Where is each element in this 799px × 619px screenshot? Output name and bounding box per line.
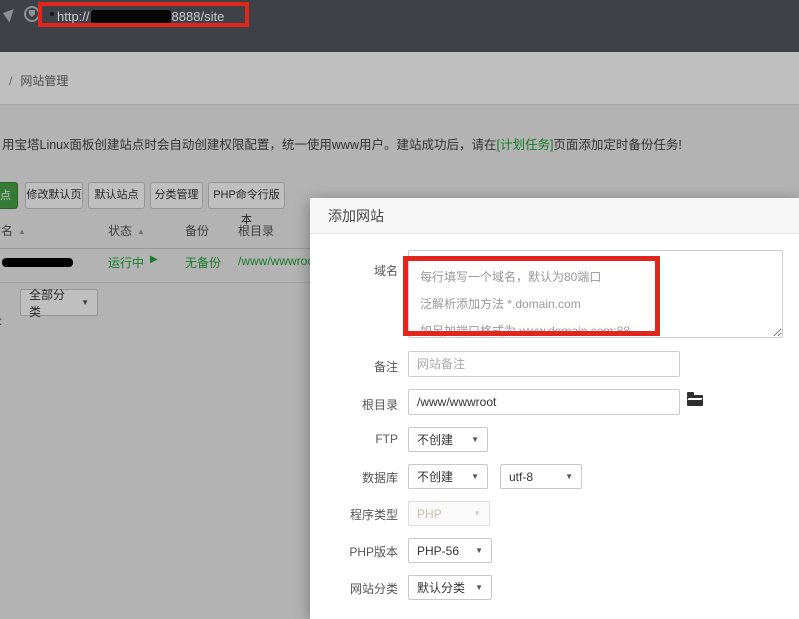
add-website-modal: 添加网站 域名 每行填写一个域名，默认为80端口 泛解析添加方法 *.domai… (310, 198, 799, 619)
php-version-value: PHP-56 (417, 544, 459, 558)
caret-down-icon: ▼ (473, 509, 481, 518)
site-category-label: 网站分类 (310, 580, 398, 597)
charset-selected-value: utf-8 (509, 470, 533, 484)
note-label: 备注 (310, 358, 398, 375)
ftp-selected-value: 不创建 (417, 431, 453, 448)
note-input[interactable] (408, 351, 680, 377)
site-category-value: 默认分类 (417, 579, 465, 596)
url-dot-icon (50, 12, 54, 16)
database-select[interactable]: 不创建 ▼ (408, 464, 488, 489)
program-type-label: 程序类型 (310, 506, 398, 523)
site-category-select[interactable]: 默认分类 ▼ (408, 575, 492, 600)
caret-down-icon: ▼ (471, 435, 479, 444)
modal-header[interactable]: 添加网站 (310, 198, 799, 234)
modal-title: 添加网站 (328, 198, 384, 234)
caret-down-icon: ▼ (565, 472, 573, 481)
php-version-select[interactable]: PHP-56 ▼ (408, 538, 492, 563)
database-selected-value: 不创建 (417, 468, 453, 485)
domain-label: 域名 (310, 262, 398, 279)
caret-down-icon: ▼ (471, 472, 479, 481)
domain-textarea[interactable] (408, 250, 783, 338)
database-label: 数据库 (310, 469, 398, 486)
folder-browse-icon[interactable] (687, 395, 703, 406)
charset-select[interactable]: utf-8 ▼ (500, 464, 582, 489)
partial-cursor-icon (0, 4, 14, 23)
root-label: 根目录 (310, 396, 398, 413)
url-redaction-bar (91, 10, 171, 24)
ftp-label: FTP (310, 432, 398, 446)
url-protocol: http:// (57, 9, 90, 24)
php-version-label: PHP版本 (310, 543, 398, 560)
caret-down-icon: ▼ (475, 583, 483, 592)
program-type-select: PHP ▼ (408, 501, 490, 526)
url-port-path: 8888/site (172, 9, 225, 24)
ftp-select[interactable]: 不创建 ▼ (408, 427, 488, 452)
url-field[interactable]: http:// 8888/site (57, 8, 224, 26)
caret-down-icon: ▼ (475, 546, 483, 555)
program-type-value: PHP (417, 507, 442, 521)
shield-extension-icon[interactable] (24, 6, 40, 22)
root-dir-input[interactable] (408, 389, 680, 415)
browser-address-bar: http:// 8888/site (0, 0, 799, 52)
